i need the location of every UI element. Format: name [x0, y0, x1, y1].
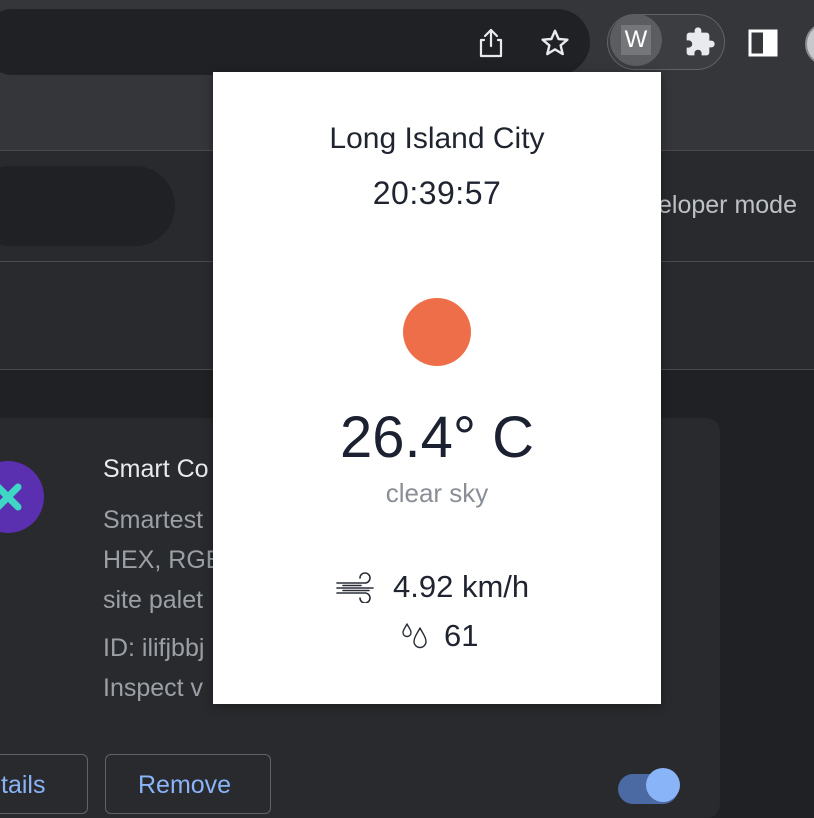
inspect-views-link[interactable]: Inspect v — [103, 668, 204, 708]
description-line: HEX, RGB — [103, 546, 223, 574]
city-name: Long Island City — [329, 122, 545, 155]
humidity-value: 61 — [444, 618, 479, 653]
weather-condition: clear sky — [385, 478, 489, 508]
humidity-row: 61 — [400, 616, 478, 656]
local-time: 20:39:57 — [372, 175, 502, 211]
extension-meta: ID: ilifjbbj Inspect v — [103, 628, 204, 708]
side-panel-icon[interactable] — [746, 26, 780, 60]
weather-extension-button[interactable]: W — [610, 14, 662, 66]
water-drops-icon — [402, 623, 427, 649]
extension-badge: W — [621, 25, 651, 55]
remove-button[interactable]: Remove — [105, 754, 271, 814]
details-button[interactable]: tails — [0, 754, 88, 814]
developer-mode-label: eloper mode — [658, 191, 797, 219]
temperature: 26.4° C — [339, 405, 535, 470]
enable-toggle-knob[interactable] — [646, 768, 680, 802]
search-extensions-input[interactable] — [0, 166, 175, 246]
description-line: Smartest — [103, 506, 204, 534]
wind-row: 4.92 km/h — [335, 567, 529, 607]
sun-icon — [403, 298, 471, 366]
extension-description: Smartest HEX, RGB site palet — [103, 500, 222, 620]
description-line: site palet — [103, 586, 204, 614]
share-icon[interactable] — [472, 24, 510, 62]
wind-icon — [336, 572, 374, 603]
wind-speed: 4.92 km/h — [393, 569, 530, 604]
extension-title: Smart Co — [103, 455, 209, 483]
puzzle-icon[interactable] — [680, 24, 720, 60]
weather-popup: Long Island City 20:39:57 26.4° C clear … — [213, 72, 661, 704]
extension-id: ID: ilifjbbj — [103, 634, 205, 662]
bookmark-star-icon[interactable] — [535, 24, 575, 62]
